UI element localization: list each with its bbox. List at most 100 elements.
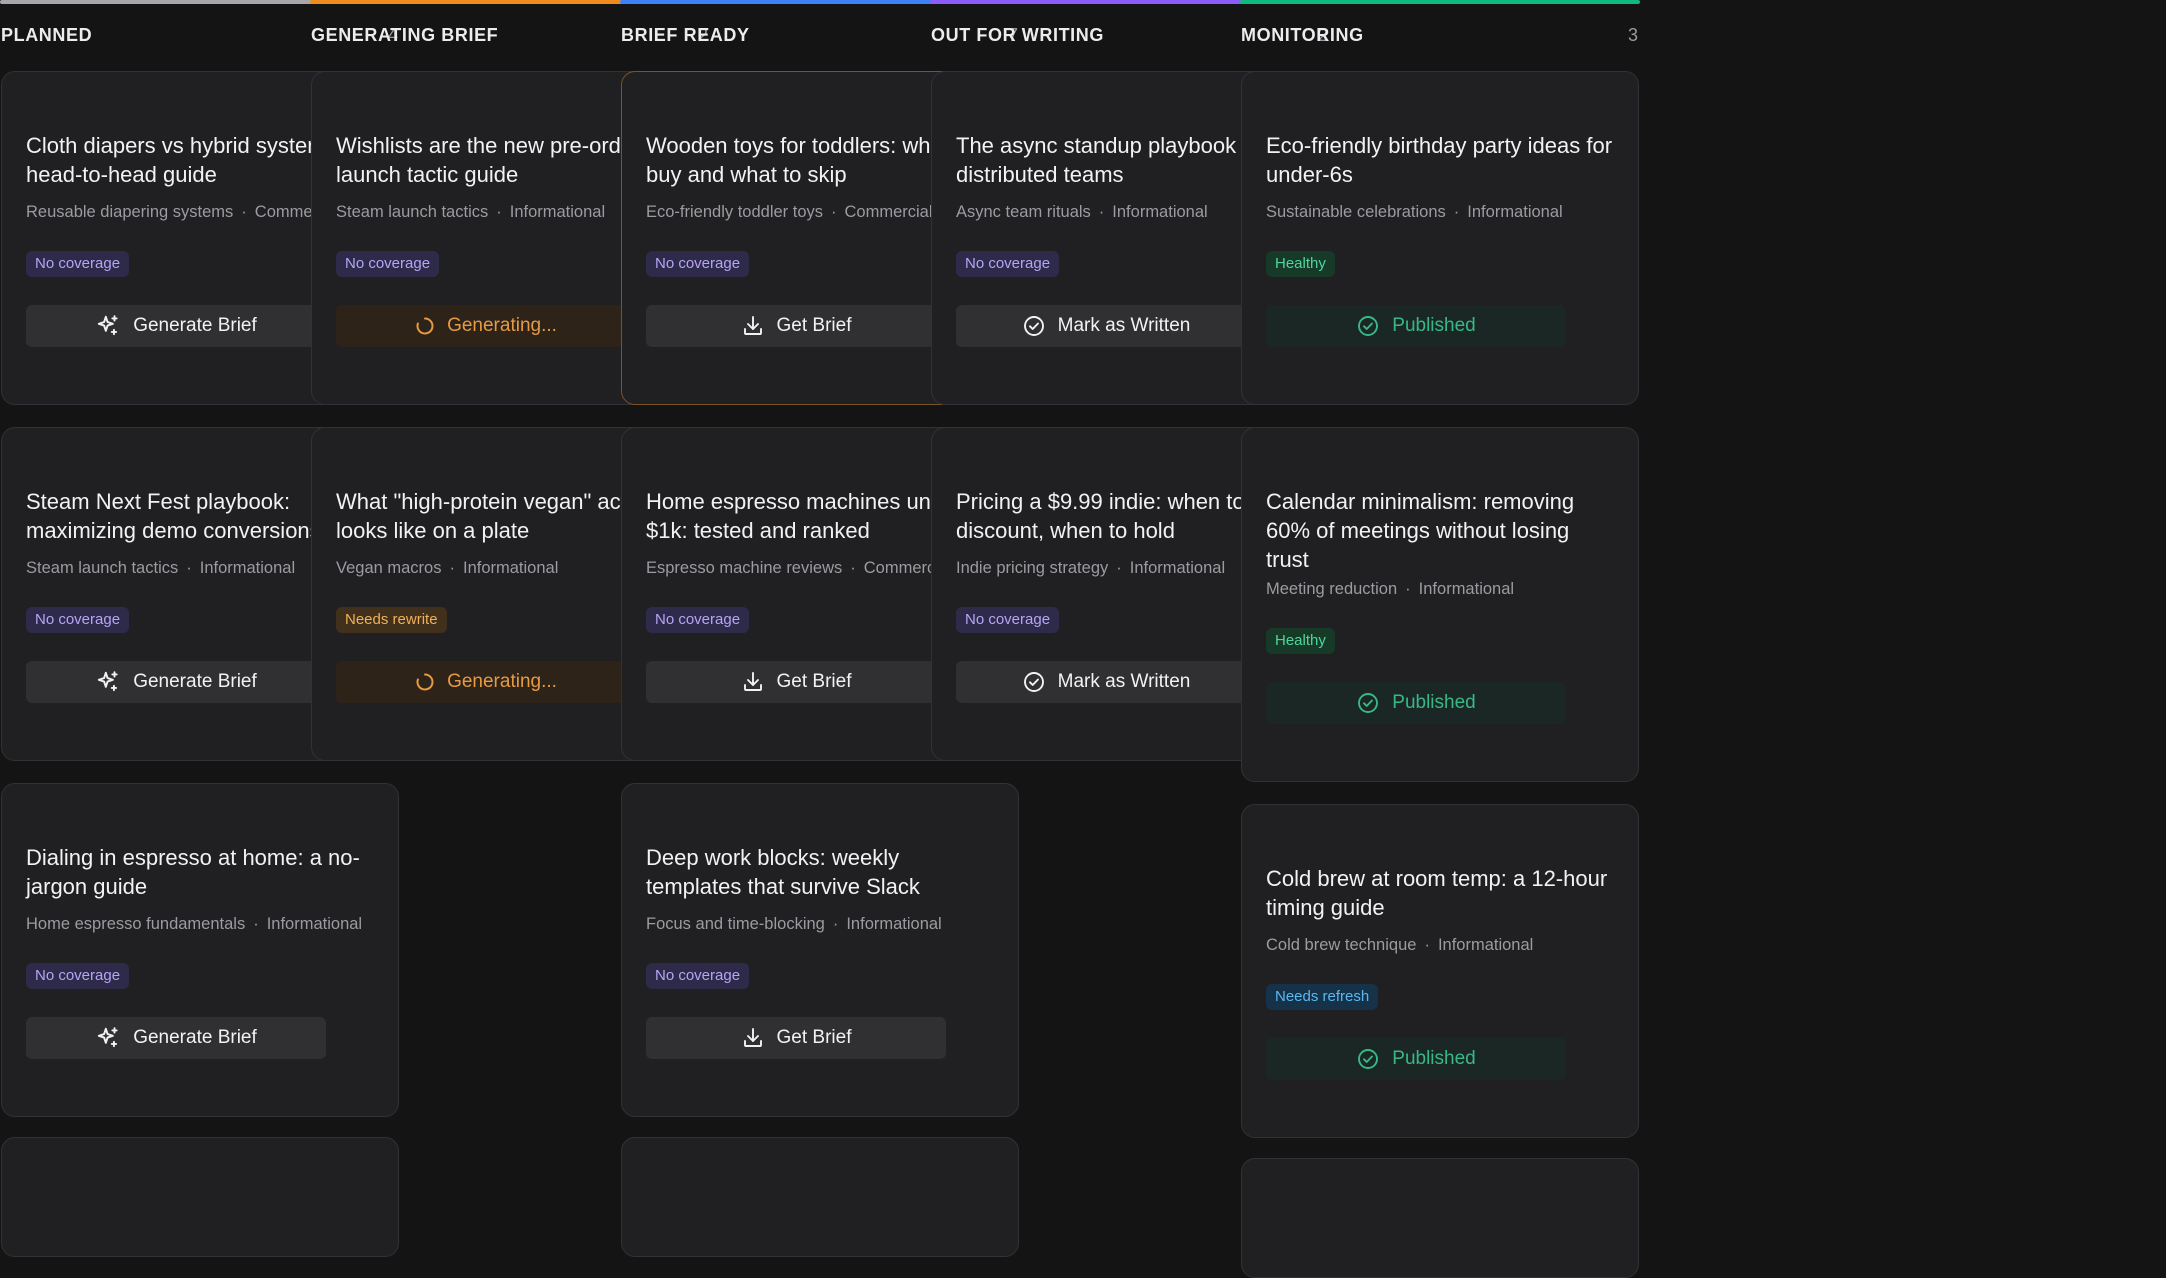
content-card-peek[interactable] — [1241, 1158, 1639, 1278]
card-meta: Meeting reduction · Informational — [1266, 580, 1614, 599]
download-icon — [741, 314, 765, 338]
coverage-badge: No coverage — [26, 251, 130, 277]
sparkle-icon — [95, 1025, 121, 1051]
card-intent: Informational — [846, 915, 942, 933]
card-topic: Steam launch tactics — [26, 559, 179, 577]
card-meta: Sustainable celebrations · Informational — [1266, 203, 1614, 222]
card-intent: Commercial — [844, 203, 933, 221]
card-topic: Meeting reduction — [1266, 580, 1398, 598]
card-title: Calendar minimalism: removing 60% of mee… — [1266, 489, 1575, 572]
card-topic: Cold brew technique — [1266, 936, 1417, 954]
coverage-badge: Healthy — [1266, 628, 1335, 654]
content-card[interactable]: Cold brew at room temp: a 12-hour timing… — [1241, 804, 1639, 1138]
sparkle-icon — [95, 313, 121, 339]
card-topic: Steam launch tactics — [336, 203, 489, 221]
sparkle-icon — [95, 669, 121, 695]
card-topic: Sustainable celebrations — [1266, 203, 1446, 221]
meta-separator: · — [241, 203, 247, 221]
check-circle-icon — [1022, 670, 1046, 694]
button-label: Generate Brief — [133, 671, 257, 692]
card-intent: Informational — [1129, 559, 1226, 577]
card-intent: Informational — [462, 559, 559, 577]
generate-brief-button[interactable]: Generate Brief — [26, 305, 326, 347]
column-header: MONITORING 3 — [1241, 22, 1638, 48]
coverage-badge: No coverage — [26, 607, 130, 633]
published-button: Published — [1266, 682, 1566, 724]
generating-button: Generating... — [336, 661, 636, 703]
button-label: Published — [1392, 1048, 1476, 1069]
get-brief-button[interactable]: Get Brief — [646, 661, 946, 703]
button-label: Generate Brief — [133, 315, 257, 336]
card-topic: Focus and time-blocking — [646, 915, 825, 933]
card-intent: Informational — [1418, 580, 1515, 598]
button-label: Published — [1392, 692, 1476, 713]
button-label: Generate Brief — [133, 1027, 257, 1048]
button-label: Mark as Written — [1057, 671, 1191, 692]
content-card-peek[interactable] — [621, 1137, 1019, 1257]
kanban-board: PLANNED 4 Cloth diapers vs hybrid systems:… — [0, 0, 2166, 1278]
meta-separator: · — [496, 203, 502, 221]
download-icon — [741, 670, 765, 694]
coverage-badge: No coverage — [26, 963, 130, 989]
coverage-badge: No coverage — [336, 251, 440, 277]
get-brief-button[interactable]: Get Brief — [646, 305, 946, 347]
column-title: OUT FOR WRITING — [931, 24, 1104, 45]
content-card[interactable]: Calendar minimalism: removing 60% of mee… — [1241, 427, 1639, 782]
download-icon — [741, 1026, 765, 1050]
card-intent: Informational — [1112, 203, 1208, 221]
coverage-badge: Needs rewrite — [336, 607, 447, 633]
button-label: Get Brief — [776, 671, 852, 692]
mark-as-written-button[interactable]: Mark as Written — [956, 305, 1256, 347]
button-label: Get Brief — [776, 315, 852, 336]
meta-separator: · — [1453, 203, 1460, 221]
button-label: Generating... — [447, 671, 557, 692]
check-circle-icon — [1022, 314, 1046, 338]
check-circle-icon — [1356, 314, 1380, 338]
get-brief-button[interactable]: Get Brief — [646, 1017, 946, 1059]
card-topic: Indie pricing strategy — [956, 559, 1109, 577]
column-title: BRIEF READY — [621, 24, 750, 45]
spinner-icon — [415, 672, 435, 692]
coverage-badge: No coverage — [646, 251, 750, 277]
content-card-peek[interactable] — [1, 1137, 399, 1257]
coverage-badge: No coverage — [646, 963, 750, 989]
content-card[interactable]: Eco-friendly birthday party ideas for un… — [1241, 71, 1639, 405]
meta-separator: · — [850, 559, 856, 577]
meta-separator: · — [1098, 203, 1105, 221]
card-meta: Cold brew technique · Informational — [1266, 936, 1614, 955]
coverage-badge: Needs refresh — [1266, 984, 1379, 1010]
meta-separator: · — [1424, 936, 1430, 954]
meta-separator: · — [831, 203, 837, 221]
card-topic: Reusable diapering systems — [26, 203, 234, 221]
coverage-badge: Healthy — [1266, 251, 1335, 277]
board-scrollbar[interactable] — [2149, 0, 2166, 1139]
button-label: Mark as Written — [1057, 315, 1191, 336]
meta-separator: · — [832, 915, 839, 933]
card-topic: Home espresso fundamentals — [26, 915, 246, 933]
column-title: MONITORING — [1241, 24, 1364, 45]
card-topic: Async team rituals — [956, 203, 1091, 221]
check-circle-icon — [1356, 1047, 1380, 1071]
column-title: PLANNED — [1, 24, 93, 45]
generate-brief-button[interactable]: Generate Brief — [26, 1017, 326, 1059]
column-title: GENERATING BRIEF — [311, 24, 499, 45]
published-button: Published — [1266, 1038, 1566, 1080]
column-monitoring: MONITORING 3 Eco-friendly birthday party i… — [1240, 0, 1640, 1278]
generate-brief-button[interactable]: Generate Brief — [26, 661, 326, 703]
button-label: Generating... — [447, 315, 557, 336]
spinner-icon — [415, 316, 435, 336]
published-button: Published — [1266, 305, 1566, 347]
card-title: Cold brew at room temp: a 12-hour timing… — [1266, 866, 1608, 920]
button-label: Get Brief — [776, 1027, 852, 1048]
mark-as-written-button[interactable]: Mark as Written — [956, 661, 1256, 703]
coverage-badge: No coverage — [956, 251, 1060, 277]
card-intent: Informational — [1437, 936, 1534, 954]
meta-separator: · — [449, 559, 455, 577]
check-circle-icon — [1356, 691, 1380, 715]
card-topic: Espresso machine reviews — [646, 559, 843, 577]
meta-separator: · — [186, 559, 192, 577]
meta-separator: · — [1116, 559, 1122, 577]
card-intent: Informational — [1467, 203, 1563, 221]
card-topic: Eco-friendly toddler toys — [646, 203, 823, 221]
card-intent: Informational — [509, 203, 606, 221]
